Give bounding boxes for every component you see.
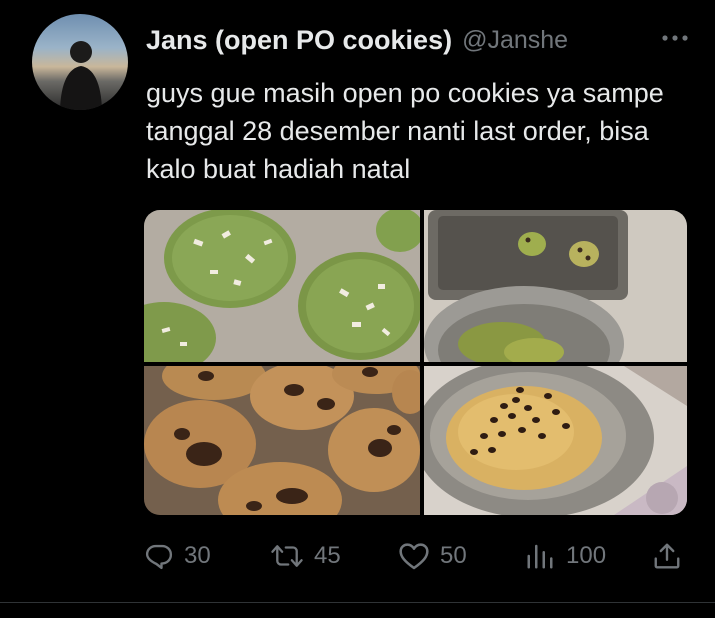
reply-button[interactable]: 30 [144,534,211,578]
tweet-header: Jans (open PO cookies) @Janshe [146,22,568,58]
views-icon [527,544,553,569]
chocolate-chip-cookies-photo[interactable] [144,366,420,515]
baking-tray-bowl-photo[interactable] [424,210,687,362]
views-count: 100 [566,542,607,569]
retweet-button[interactable]: 45 [270,534,341,578]
display-name[interactable]: Jans (open PO cookies) [146,25,452,56]
matcha-cookies-photo[interactable] [144,210,420,362]
heart-icon [399,543,429,570]
media-grid [144,210,687,515]
retweet-count: 45 [314,542,341,569]
person-silhouette [60,41,102,110]
user-handle[interactable]: @Janshe [462,26,568,55]
share-icon [654,543,680,569]
tweet-divider [0,602,715,603]
views-button[interactable]: 100 [524,534,606,578]
tweet-actions: 30 45 50 100 [144,534,689,578]
like-count: 50 [440,542,467,569]
tweet: Jans (open PO cookies) @Janshe guys gue … [0,0,715,618]
tweet-text: guys gue masih open po cookies ya sampe … [146,78,664,184]
like-button[interactable]: 50 [398,534,467,578]
more-options-icon[interactable] [660,26,690,50]
avatar[interactable] [32,14,128,110]
reply-icon [145,544,173,570]
share-button[interactable] [652,534,682,578]
cookie-dough-photo[interactable] [424,366,687,515]
reply-count: 30 [184,542,211,569]
retweet-icon [271,545,303,567]
